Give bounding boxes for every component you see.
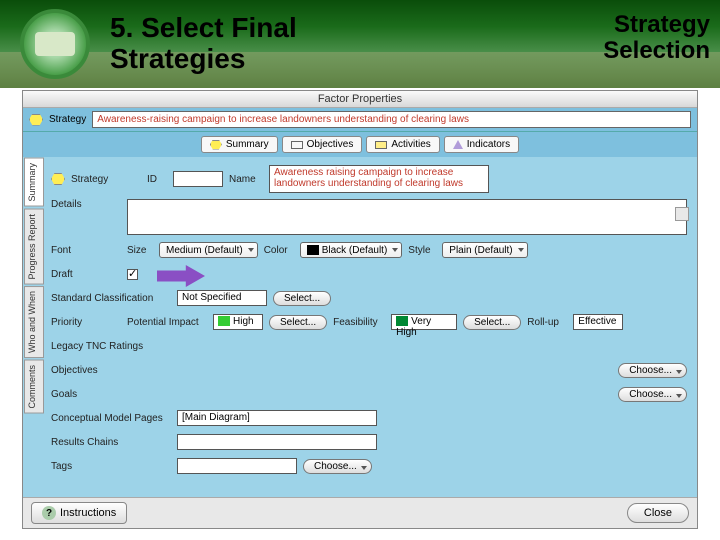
strategy-hex-icon	[51, 173, 65, 185]
side-tab-progress[interactable]: Progress Report	[24, 209, 44, 285]
slide-title-right: Strategy Selection	[603, 12, 710, 65]
strategy-title-field[interactable]: Awareness-raising campaign to increase l…	[92, 111, 691, 128]
style-label: Style	[408, 245, 436, 256]
feasibility-select-button[interactable]: Select...	[463, 315, 521, 330]
side-tab-who-when[interactable]: Who and When	[24, 286, 44, 358]
tags-choose-button[interactable]: Choose...	[303, 459, 372, 474]
slide-header: 5. Select Final Strategies Strategy Sele…	[0, 0, 720, 88]
priority-label: Priority	[51, 317, 121, 328]
close-button[interactable]: Close	[627, 503, 689, 523]
id-label: ID	[147, 174, 167, 185]
tab-objectives[interactable]: Objectives	[282, 136, 363, 153]
tab-indicators[interactable]: Indicators	[444, 136, 519, 153]
font-label: Font	[51, 245, 121, 256]
panel-body: Summary Progress Report Who and When Com…	[23, 157, 697, 497]
legacy-label: Legacy TNC Ratings	[51, 341, 171, 352]
potential-impact-field: High	[213, 314, 263, 330]
tab-summary[interactable]: Summary	[201, 136, 278, 153]
std-class-select-button[interactable]: Select...	[273, 291, 331, 306]
draft-checkbox[interactable]	[127, 269, 138, 280]
size-label: Size	[127, 245, 153, 256]
strategy-label: Strategy	[71, 174, 141, 185]
tags-list[interactable]	[177, 458, 297, 474]
draft-label: Draft	[51, 269, 121, 280]
color-dropdown[interactable]: Black (Default)	[300, 242, 403, 258]
size-dropdown[interactable]: Medium (Default)	[159, 242, 258, 258]
cmp-label: Conceptual Model Pages	[51, 413, 171, 424]
help-icon: ?	[42, 506, 56, 520]
strategy-label: Strategy	[49, 114, 86, 125]
name-field[interactable]: Awareness raising campaign to increase l…	[269, 165, 489, 193]
factor-properties-window: Factor Properties Strategy Awareness-rai…	[22, 90, 698, 529]
std-class-field: Not Specified	[177, 290, 267, 306]
color-label: Color	[264, 245, 294, 256]
strategy-header-row: Strategy Awareness-raising campaign to i…	[23, 108, 697, 132]
side-tab-summary[interactable]: Summary	[24, 158, 44, 207]
objectives-choose-button[interactable]: Choose...	[618, 363, 687, 378]
top-tabs: Summary Objectives Activities Indicators	[23, 132, 697, 157]
potential-impact-label: Potential Impact	[127, 317, 207, 328]
tags-label: Tags	[51, 461, 121, 472]
slide-title-left: 5. Select Final Strategies	[110, 13, 297, 75]
side-tab-comments[interactable]: Comments	[24, 360, 44, 414]
tab-activities[interactable]: Activities	[366, 136, 439, 153]
details-label: Details	[51, 199, 121, 210]
window-footer: ? Instructions Close	[23, 497, 697, 528]
strategy-hex-icon	[29, 114, 43, 126]
rollup-field: Effective	[573, 314, 623, 330]
details-field[interactable]	[127, 199, 687, 235]
goals-choose-button[interactable]: Choose...	[618, 387, 687, 402]
name-label: Name	[229, 174, 263, 185]
results-list[interactable]	[177, 434, 377, 450]
scrollbar[interactable]	[675, 207, 689, 221]
std-class-label: Standard Classification	[51, 293, 171, 304]
id-field[interactable]	[173, 171, 223, 187]
style-dropdown[interactable]: Plain (Default)	[442, 242, 527, 258]
summary-form: Strategy ID Name Awareness raising campa…	[45, 157, 697, 497]
results-chains-label: Results Chains	[51, 437, 121, 448]
impact-select-button[interactable]: Select...	[269, 315, 327, 330]
feasibility-field: Very High	[391, 314, 457, 330]
instructions-button[interactable]: ? Instructions	[31, 502, 127, 524]
rollup-label: Roll-up	[527, 317, 567, 328]
cmp-list[interactable]: [Main Diagram]	[177, 410, 377, 426]
objectives-label: Objectives	[51, 365, 121, 376]
goals-label: Goals	[51, 389, 121, 400]
window-title: Factor Properties	[23, 91, 697, 108]
globe-recycle-icon	[20, 9, 90, 79]
side-tabs: Summary Progress Report Who and When Com…	[23, 157, 45, 497]
feasibility-label: Feasibility	[333, 317, 385, 328]
